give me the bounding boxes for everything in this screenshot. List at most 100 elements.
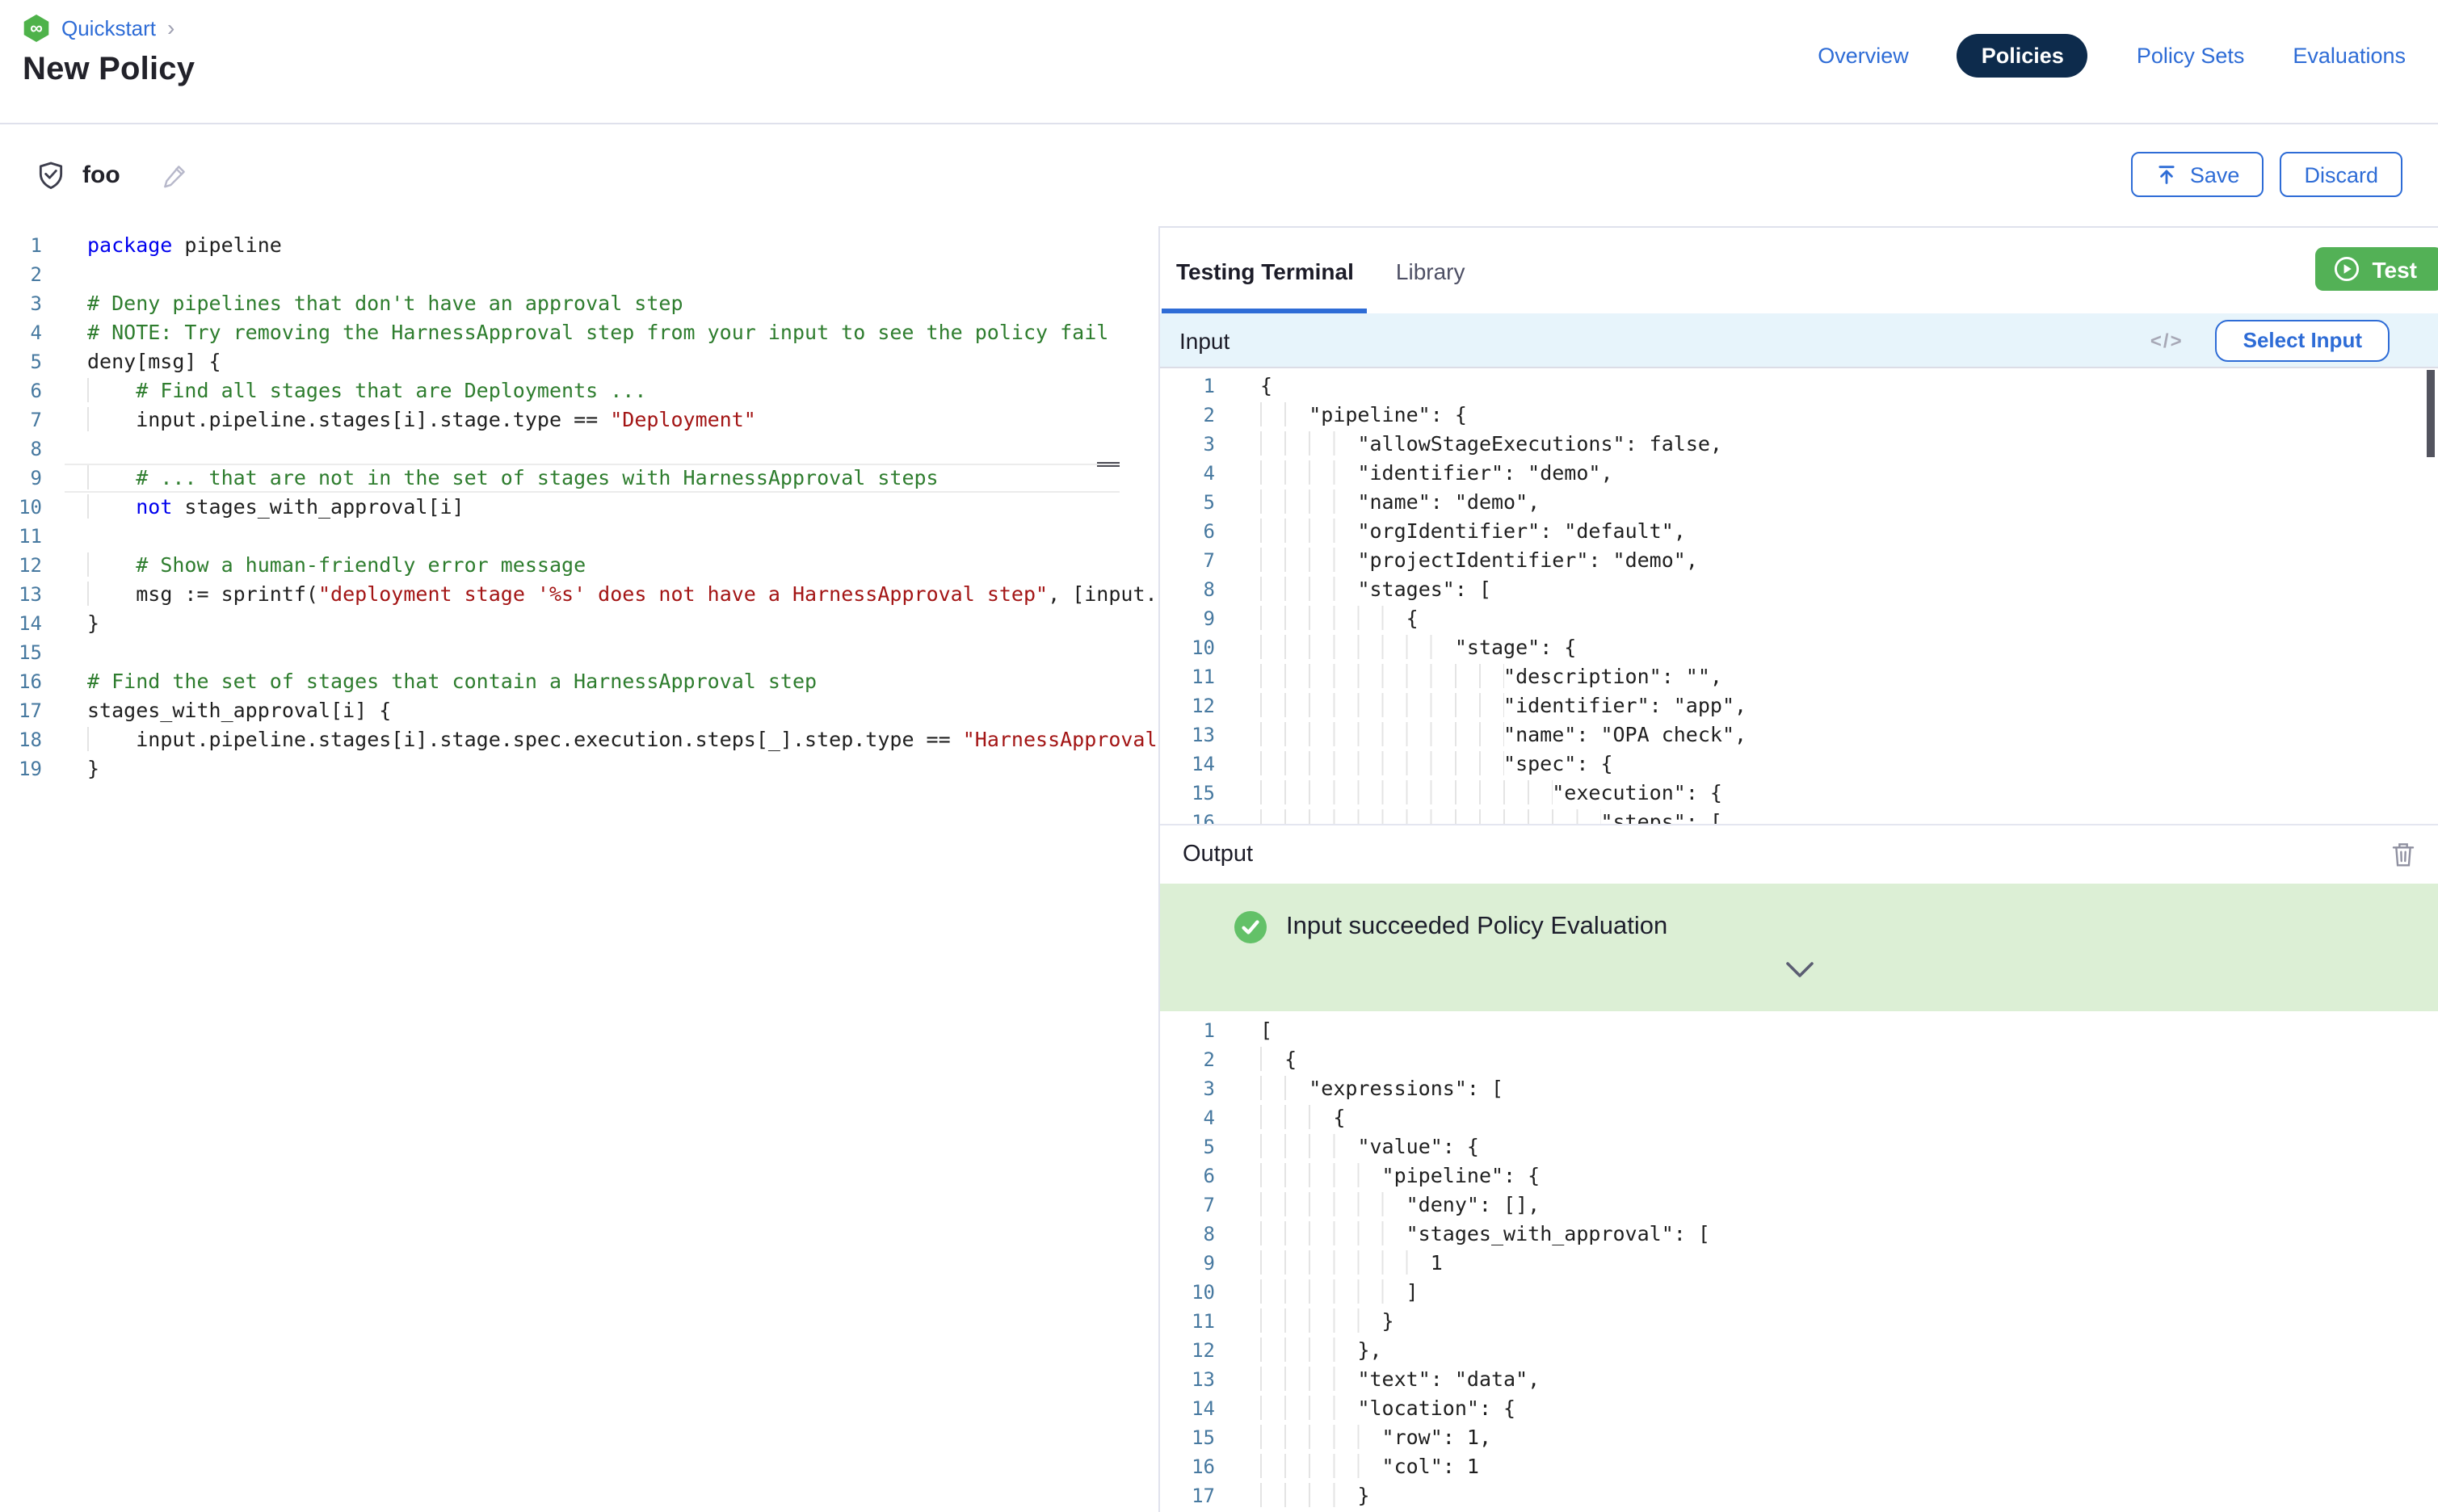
line-number: 14 (0, 609, 65, 638)
discard-button[interactable]: Discard (2280, 152, 2402, 197)
code-text: deny[msg] { (87, 347, 221, 376)
code-line: 8 "stages_with_approval": [ (1160, 1220, 2438, 1249)
code-line: 14 "location": { (1160, 1394, 2438, 1423)
input-json-editor[interactable]: 1{2 "pipeline": {3 "allowStageExecutions… (1160, 368, 2438, 824)
line-number: 16 (0, 667, 65, 696)
code-line: 5deny[msg] { (0, 347, 1158, 376)
policy-name: foo (82, 161, 120, 188)
nav-policies[interactable]: Policies (1957, 34, 2088, 78)
line-number: 15 (0, 638, 65, 667)
code-line: 2 "pipeline": { (1160, 401, 2438, 430)
code-text: # ... that are not in the set of stages … (87, 464, 939, 493)
line-number: 5 (1160, 1132, 1238, 1161)
line-number: 13 (1160, 1365, 1238, 1394)
line-number: 1 (1160, 372, 1238, 401)
code-text: # Deny pipelines that don't have an appr… (87, 289, 683, 318)
testing-panel: Testing Terminal Library Test Input </> … (1160, 226, 2438, 1512)
page-header: ∞ Quickstart › New Policy Overview Polic… (0, 0, 2438, 124)
code-line: 19} (0, 754, 1158, 783)
code-text: "stages": [ (1260, 575, 1491, 604)
edit-pencil-icon[interactable] (162, 161, 190, 188)
code-text: input.pipeline.stages[i].stage.spec.exec… (87, 725, 1160, 754)
line-number: 10 (0, 493, 65, 522)
code-text: "orgIdentifier": "default", (1260, 517, 1686, 546)
tab-testing-terminal[interactable]: Testing Terminal (1176, 228, 1354, 313)
select-input-button[interactable]: Select Input (2216, 319, 2390, 361)
code-line: 9 { (1160, 604, 2438, 633)
nav-overview[interactable]: Overview (1818, 44, 1909, 68)
line-number: 6 (0, 376, 65, 405)
code-text: ] (1260, 1278, 1419, 1307)
code-line: 7 input.pipeline.stages[i].stage.type ==… (0, 405, 1158, 435)
save-button[interactable]: Save (2132, 152, 2264, 197)
page-title: New Policy (23, 52, 195, 89)
banner-message: Input succeeded Policy Evaluation (1286, 913, 1667, 942)
line-number: 8 (1160, 1220, 1238, 1249)
code-line: 9 # ... that are not in the set of stage… (0, 464, 1158, 493)
chevron-down-icon[interactable] (1784, 961, 1814, 979)
code-line: 8 "stages": [ (1160, 575, 2438, 604)
code-line: 4# NOTE: Try removing the HarnessApprova… (0, 318, 1158, 347)
code-text: "expressions": [ (1260, 1074, 1503, 1103)
discard-button-label: Discard (2304, 162, 2378, 187)
code-text: "stages_with_approval": [ (1260, 1220, 1710, 1249)
code-text: }, (1260, 1336, 1382, 1365)
input-section-header: Input </> Select Input (1160, 313, 2438, 368)
nav-evaluations[interactable]: Evaluations (2293, 44, 2406, 68)
line-number: 11 (1160, 1307, 1238, 1336)
code-line: 16# Find the set of stages that contain … (0, 667, 1158, 696)
code-line: 7 "projectIdentifier": "demo", (1160, 546, 2438, 575)
code-text: "row": 1, (1260, 1423, 1491, 1452)
code-line: 10 not stages_with_approval[i] (0, 493, 1158, 522)
nav-policy-sets[interactable]: Policy Sets (2137, 44, 2245, 68)
code-text: package pipeline (87, 231, 282, 260)
code-line: 17 } (1160, 1481, 2438, 1510)
line-number: 11 (1160, 662, 1238, 691)
code-text: "location": { (1260, 1394, 1515, 1423)
trash-icon[interactable] (2391, 842, 2415, 867)
line-number: 17 (1160, 1481, 1238, 1510)
code-text: "identifier": "demo", (1260, 459, 1613, 488)
line-number: 2 (1160, 401, 1238, 430)
code-view-icon[interactable]: </> (2150, 329, 2184, 351)
play-circle-icon (2334, 255, 2361, 283)
code-text: input.pipeline.stages[i].stage.type == "… (87, 405, 756, 435)
code-line: 3# Deny pipelines that don't have an app… (0, 289, 1158, 318)
chevron-right-icon: › (167, 18, 174, 39)
policy-code-editor[interactable]: 1package pipeline23# Deny pipelines that… (0, 226, 1160, 1512)
code-text: "text": "data", (1260, 1365, 1540, 1394)
code-text: "projectIdentifier": "demo", (1260, 546, 1698, 575)
code-line: 5 "value": { (1160, 1132, 2438, 1161)
code-line: 1{ (1160, 372, 2438, 401)
code-line: 14 "spec": { (1160, 750, 2438, 779)
code-line: 17stages_with_approval[i] { (0, 696, 1158, 725)
code-line: 3 "expressions": [ (1160, 1074, 2438, 1103)
code-line: 6 # Find all stages that are Deployments… (0, 376, 1158, 405)
code-text: "deny": [], (1260, 1191, 1540, 1220)
code-line: 2 { (1160, 1045, 2438, 1074)
code-line: 15 "execution": { (1160, 779, 2438, 808)
line-number: 9 (1160, 1249, 1238, 1278)
code-text: } (1260, 1307, 1394, 1336)
line-number: 10 (1160, 633, 1238, 662)
test-button[interactable]: Test (2316, 247, 2438, 291)
line-number: 11 (0, 522, 65, 551)
breadcrumb-project-link[interactable]: Quickstart (61, 16, 156, 40)
line-number: 16 (1160, 808, 1238, 824)
code-text: "stage": { (1260, 633, 1576, 662)
tab-library[interactable]: Library (1396, 228, 1465, 313)
code-text: } (1260, 1481, 1370, 1510)
output-json-editor[interactable]: 1[2 {3 "expressions": [4 {5 "value": {6 … (1160, 1011, 2438, 1512)
line-number: 4 (1160, 1103, 1238, 1132)
input-title: Input (1179, 327, 1230, 353)
code-text: # NOTE: Try removing the HarnessApproval… (87, 318, 1108, 347)
shield-check-icon (36, 159, 66, 190)
code-text: { (1260, 1103, 1345, 1132)
code-text: 1 (1260, 1249, 1443, 1278)
line-number: 8 (1160, 575, 1238, 604)
line-number: 6 (1160, 517, 1238, 546)
line-number: 14 (1160, 1394, 1238, 1423)
code-text: "name": "demo", (1260, 488, 1540, 517)
code-text: # Find all stages that are Deployments .… (87, 376, 646, 405)
top-nav: Overview Policies Policy Sets Evaluation… (1818, 34, 2406, 78)
